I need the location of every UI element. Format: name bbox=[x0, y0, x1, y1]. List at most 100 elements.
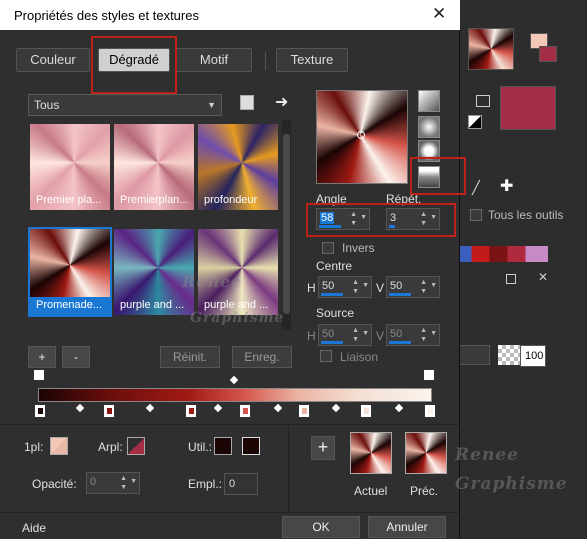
add-to-library-button[interactable]: + bbox=[311, 436, 335, 460]
source-v-field[interactable]: 50 ▲ ▼ ▼ bbox=[386, 324, 440, 346]
centre-h-label: H bbox=[307, 281, 316, 295]
centre-h-field[interactable]: 50 ▲ ▼ ▼ bbox=[318, 276, 372, 298]
dialog-title: Propriétés des styles et textures bbox=[14, 8, 199, 23]
previous-label: Préc. bbox=[410, 484, 439, 498]
centre-v-field[interactable]: 50 ▲ ▼ ▼ bbox=[386, 276, 440, 298]
util-label: Util.: bbox=[188, 440, 212, 454]
gradient-ramp[interactable] bbox=[38, 388, 432, 402]
help-label[interactable]: Aide bbox=[22, 521, 46, 535]
color-stop-marker[interactable] bbox=[298, 404, 310, 418]
arrplan-swatch[interactable] bbox=[127, 437, 145, 455]
opacity-dropdown[interactable] bbox=[458, 345, 490, 365]
library-scrollbar[interactable] bbox=[282, 120, 291, 330]
tab-motif[interactable]: Motif bbox=[176, 48, 252, 72]
opacity-marker-right[interactable] bbox=[423, 369, 435, 381]
tab-degrade[interactable]: Dégradé bbox=[98, 48, 170, 72]
color-stop-marker[interactable] bbox=[185, 404, 197, 418]
color-midpoint[interactable] bbox=[273, 403, 283, 413]
style-sunburst-button[interactable] bbox=[418, 140, 440, 162]
actual-gradient-swatch[interactable] bbox=[350, 432, 392, 474]
add-marker-button[interactable]: + bbox=[28, 346, 56, 368]
arrow-right-icon[interactable]: ➜ bbox=[275, 92, 288, 112]
source-h-label: H bbox=[307, 329, 316, 343]
link-label: Liaison bbox=[340, 350, 379, 364]
source-label: Source bbox=[316, 306, 355, 320]
layer-opacity-field[interactable]: 100 bbox=[520, 345, 546, 367]
color-stop-marker[interactable] bbox=[239, 404, 251, 418]
util-swatch-1[interactable] bbox=[214, 437, 232, 455]
gradient-thumb[interactable]: Premier pla... bbox=[30, 124, 110, 210]
title-bar: Propriétés des styles et textures ✕ bbox=[0, 0, 460, 30]
source-v-label: V bbox=[376, 329, 385, 343]
all-tools-label: Tous les outils bbox=[488, 208, 564, 222]
background-app-panel: ╱ ✚ Tous les outils ✕ 100 bbox=[458, 0, 587, 539]
tab-separator bbox=[265, 52, 266, 70]
actual-label: Actuel bbox=[354, 484, 388, 498]
tab-texture[interactable]: Texture bbox=[276, 48, 348, 72]
vertical-separator bbox=[288, 425, 289, 513]
bottom-separator bbox=[0, 424, 460, 425]
gradient-category-dropdown[interactable]: Tous ▼ bbox=[28, 94, 222, 116]
tab-couleur[interactable]: Couleur bbox=[16, 48, 90, 72]
opacity-label: Opacité: bbox=[32, 477, 77, 491]
add-icon[interactable]: ✚ bbox=[500, 176, 513, 196]
opacity-field[interactable]: 0 ▲ ▼ ▼ bbox=[86, 472, 140, 494]
empl-field[interactable]: 0 bbox=[224, 473, 258, 495]
repeat-label: Répét. bbox=[386, 192, 422, 206]
gradient-thumb[interactable]: purple and ... bbox=[114, 229, 194, 315]
invert-checkbox[interactable] bbox=[322, 242, 334, 254]
style-rectangular-button[interactable] bbox=[418, 116, 440, 138]
style-linear-button[interactable] bbox=[418, 90, 440, 112]
eyedropper-icon[interactable]: ╱ bbox=[472, 180, 480, 196]
background-material-swatch[interactable] bbox=[500, 86, 556, 130]
arrplan-label: Arpl: bbox=[98, 440, 123, 454]
source-h-field[interactable]: 50 ▲ ▼ ▼ bbox=[318, 324, 372, 346]
centre-v-label: V bbox=[376, 281, 385, 295]
color-midpoint[interactable] bbox=[213, 403, 223, 413]
swap-colors-icon[interactable] bbox=[476, 95, 490, 107]
angle-field[interactable]: 58 ▲ ▼ ▼ bbox=[316, 208, 370, 230]
gradient-thumb[interactable]: Premierplan... bbox=[114, 124, 194, 210]
reset-button[interactable]: Réinit. bbox=[160, 346, 220, 368]
color-stop-marker[interactable] bbox=[360, 404, 372, 418]
style-radial-button[interactable] bbox=[418, 166, 440, 188]
foreground-gradient-swatch[interactable] bbox=[468, 28, 514, 70]
gradient-thumb-selected[interactable]: Promenade... bbox=[28, 227, 112, 317]
chevron-down-icon: ▼ bbox=[207, 100, 216, 110]
repeat-field[interactable]: 3 ▲ ▼ ▼ bbox=[386, 208, 440, 230]
gradient-preview[interactable] bbox=[316, 90, 408, 184]
styles-textures-dialog: Propriétés des styles et textures ✕ Coul… bbox=[0, 0, 466, 539]
ok-button[interactable]: OK bbox=[282, 516, 360, 538]
color-midpoint[interactable] bbox=[394, 403, 404, 413]
color-stop-marker[interactable] bbox=[34, 404, 46, 418]
opacity-marker-left[interactable] bbox=[33, 369, 45, 381]
invert-label: Invers bbox=[342, 241, 375, 255]
transparency-swatch bbox=[498, 345, 522, 365]
save-button[interactable]: Enreg. bbox=[232, 346, 292, 368]
color-midpoint[interactable] bbox=[331, 403, 341, 413]
gradient-thumb[interactable]: profondeur bbox=[198, 124, 278, 210]
opacity-midpoint[interactable] bbox=[229, 375, 239, 385]
reset-colors-icon[interactable] bbox=[468, 115, 482, 129]
util-swatch-2[interactable] bbox=[242, 437, 260, 455]
library-menu-icon[interactable] bbox=[240, 95, 254, 110]
centre-label: Centre bbox=[316, 259, 353, 273]
gradient-thumb[interactable]: purple and ... bbox=[198, 229, 278, 315]
remove-marker-button[interactable]: - bbox=[62, 346, 90, 368]
close-icon[interactable]: ✕ bbox=[432, 4, 446, 24]
all-tools-checkbox[interactable] bbox=[470, 209, 482, 221]
panel-menu-icon[interactable] bbox=[506, 274, 516, 284]
angle-label: Angle bbox=[316, 192, 347, 206]
color-midpoint[interactable] bbox=[145, 403, 155, 413]
cancel-button[interactable]: Annuler bbox=[368, 516, 446, 538]
background-color-swatch[interactable] bbox=[539, 46, 557, 62]
panel-close-icon[interactable]: ✕ bbox=[538, 270, 548, 284]
color-midpoint[interactable] bbox=[75, 403, 85, 413]
link-checkbox[interactable] bbox=[320, 350, 332, 362]
footer-separator bbox=[0, 512, 460, 513]
color-stop-marker[interactable] bbox=[424, 404, 436, 418]
gradient-center-handle[interactable] bbox=[357, 131, 365, 139]
first-plan-swatch[interactable] bbox=[50, 437, 68, 455]
previous-gradient-swatch[interactable] bbox=[405, 432, 447, 474]
color-stop-marker[interactable] bbox=[103, 404, 115, 418]
